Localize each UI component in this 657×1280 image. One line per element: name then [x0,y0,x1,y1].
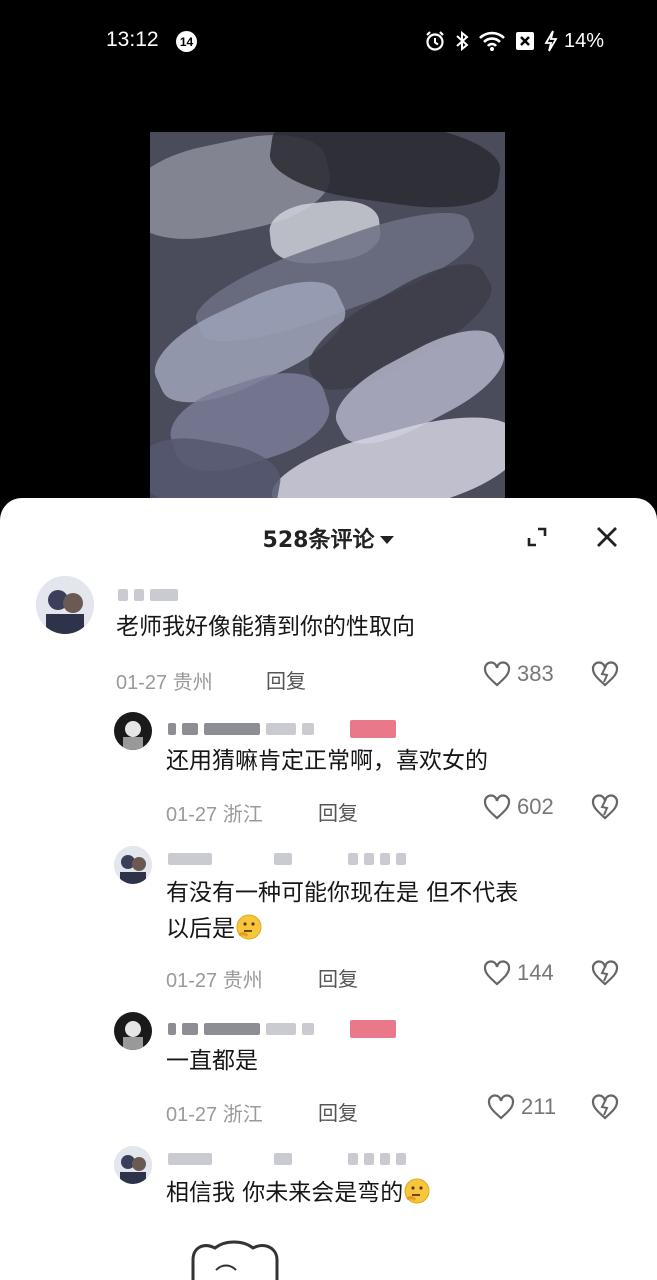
like-button[interactable]: 144 [483,960,554,986]
comment-text-line2: 以后是 [166,910,263,948]
like-count: 211 [521,1094,557,1119]
reply-button[interactable]: 回复 [266,665,306,694]
heart-icon [487,1094,515,1120]
comment-text: 有没有一种可能你现在是 但不代表 [166,880,519,906]
reply-button[interactable]: 回复 [318,1097,358,1126]
heart-icon [483,794,511,820]
like-button[interactable]: 602 [483,794,554,820]
caret-down-icon [380,535,395,544]
thinking-emoji-icon [404,1178,430,1204]
reply-button[interactable]: 回复 [318,963,358,992]
sticker-image [191,1240,279,1280]
avatar[interactable] [114,712,152,750]
avatar[interactable] [114,846,152,884]
video-area[interactable] [0,84,657,514]
dislike-icon[interactable] [591,960,619,986]
comment-text: 相信我 你未来会是弯的 [166,1174,431,1212]
reply-button[interactable]: 回复 [318,797,358,826]
comment-text: 一直都是 [166,1048,258,1074]
notification-badge: 14 [176,31,197,52]
expand-icon[interactable] [524,524,550,550]
bluetooth-icon [456,30,469,52]
like-button[interactable]: 383 [483,661,554,687]
blurred-image [150,132,505,498]
avatar[interactable] [114,1012,152,1050]
username-redacted [168,720,396,738]
username-redacted [168,1020,396,1038]
comment-meta: 01-27 贵州 [116,672,213,694]
username-redacted [118,588,178,602]
username-redacted [168,1152,406,1166]
dislike-icon[interactable] [591,794,619,820]
status-time: 13:12 [106,28,159,51]
comments-sheet[interactable]: 528条评论 老师我好像能猜到你的性取向 01-27 贵州 回复 383 还用猜… [0,498,657,1280]
close-icon[interactable] [594,524,620,550]
dislike-icon[interactable] [591,661,619,687]
heart-icon [483,661,511,687]
like-count: 383 [517,661,554,686]
username-redacted [168,852,406,866]
charging-icon [544,30,558,52]
alarm-icon [426,31,444,51]
sim-off-icon [516,32,534,50]
status-icons: 14% [424,26,604,56]
avatar[interactable] [114,1146,152,1184]
comment-count-label: 528条评论 [262,528,375,553]
comment-meta: 01-27 浙江 [166,804,263,826]
battery-level: 14% [564,29,605,52]
like-count: 144 [517,960,554,985]
like-count: 602 [517,794,554,819]
like-button[interactable]: 211 [487,1094,556,1120]
comment-text: 老师我好像能猜到你的性取向 [116,614,415,640]
status-bar: 13:12 14 14% [0,0,657,84]
heart-icon [483,960,511,986]
comment-meta: 01-27 浙江 [166,1104,263,1126]
dislike-icon[interactable] [591,1094,619,1120]
comment-count-dropdown[interactable]: 528条评论 [0,522,657,554]
avatar[interactable] [36,576,94,634]
wifi-icon [479,31,505,51]
comments-header: 528条评论 [0,518,657,554]
thinking-emoji-icon [236,914,262,940]
comment-meta: 01-27 贵州 [166,970,263,992]
comment-text: 还用猜嘛肯定正常啊，喜欢女的 [166,748,488,774]
